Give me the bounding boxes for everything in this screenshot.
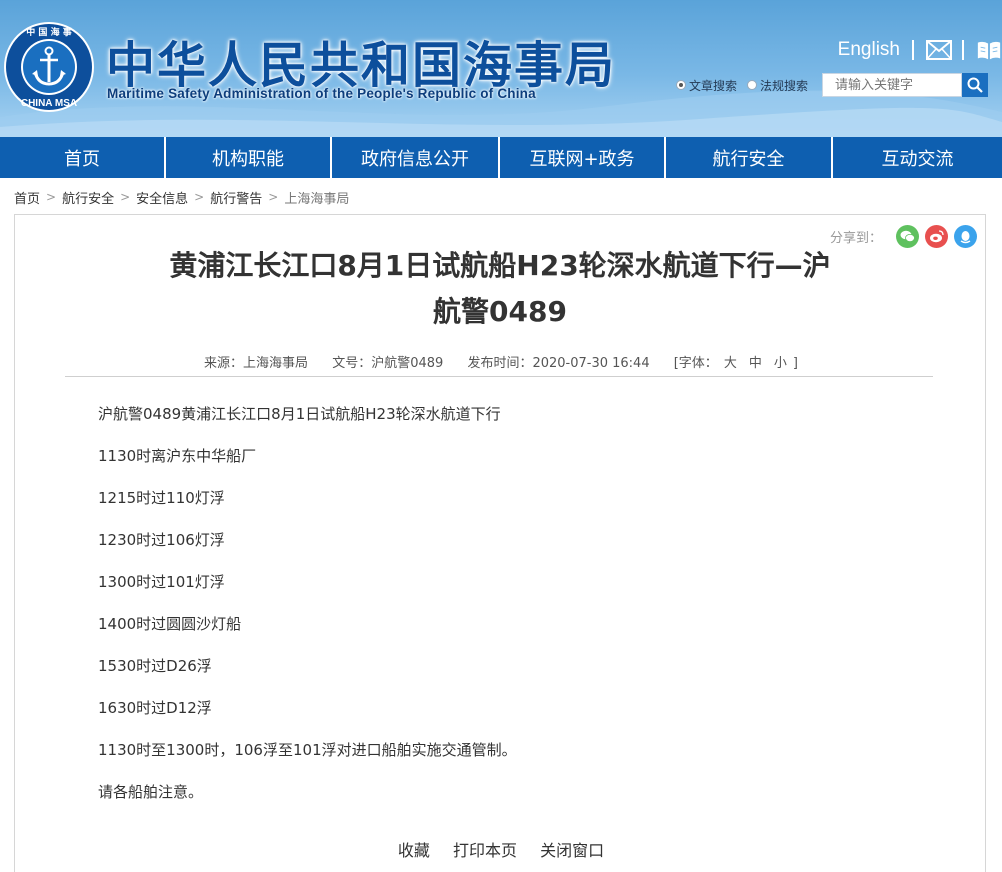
font-size-selector: [字体： 大中小] (674, 356, 798, 371)
chevron-right-icon: > (194, 190, 205, 204)
article-title-line2: 航警0489 (433, 295, 567, 328)
article-paragraph: 1130时至1300时，106浮至101浮对进口船舶实施交通管制。 (98, 741, 517, 759)
article-body: 沪航警0489黄浦江长江口8月1日试航船H23轮深水航道下行 1130时离沪东中… (98, 401, 898, 821)
breadcrumb-safety-info[interactable]: 安全信息 (136, 188, 188, 207)
article-meta: 来源：上海海事局 文号：沪航警0489 发布时间：2020-07-30 16:4… (15, 352, 987, 371)
top-links: English (838, 36, 1002, 64)
article-container: 分享到： 黄浦江长江口8月1日试航船H23轮深水航道下行—沪 航警0489 来源… (14, 214, 986, 872)
meta-doc-number: 文号：沪航警0489 (332, 356, 444, 371)
msa-logo[interactable]: 中 国 海 事 CHINA MSA (2, 20, 96, 114)
article-paragraph: 1400时过圆圆沙灯船 (98, 615, 242, 633)
font-size-close: ] (792, 356, 798, 371)
book-icon[interactable] (976, 38, 1002, 62)
site-header: 中 国 海 事 CHINA MSA 中华人民共和国海事局 Maritime Sa… (0, 0, 1002, 137)
nav-item-functions[interactable]: 机构职能 (166, 137, 332, 178)
radio-selected-indicator[interactable] (676, 80, 686, 90)
article-paragraph: 请各船舶注意。 (98, 783, 204, 801)
search-button[interactable] (962, 73, 989, 97)
bookmark-link[interactable]: 收藏 (398, 841, 430, 860)
article-paragraph: 沪航警0489黄浦江长江口8月1日试航船H23轮深水航道下行 (98, 405, 501, 423)
nav-item-internet-gov[interactable]: 互联网+政务 (500, 137, 666, 178)
radio-label: 法规搜索 (760, 78, 809, 93)
radio-article-search[interactable]: 文章搜索 (676, 77, 737, 94)
chevron-right-icon: > (268, 190, 279, 204)
article-paragraph: 1130时离沪东中华船厂 (98, 447, 257, 465)
meta-publish-time: 发布时间：2020-07-30 16:44 (467, 356, 650, 371)
divider (962, 40, 964, 60)
article-paragraph: 1630时过D12浮 (98, 699, 212, 717)
article-title: 黄浦江长江口8月1日试航船H23轮深水航道下行—沪 航警0489 (115, 243, 885, 335)
font-size-small[interactable]: 小 (774, 356, 787, 371)
font-size-label: [字体： (673, 356, 718, 371)
wechat-icon[interactable] (896, 225, 919, 248)
nav-item-gov-info[interactable]: 政府信息公开 (332, 137, 500, 178)
search-input[interactable] (822, 73, 963, 97)
article-paragraph: 1215时过110灯浮 (98, 489, 225, 507)
breadcrumb-current[interactable]: 上海海事局 (284, 188, 349, 207)
site-subtitle: Maritime Safety Administration of the Pe… (107, 86, 536, 101)
breadcrumb-navigation-safety[interactable]: 航行安全 (62, 188, 114, 207)
meta-source: 来源：上海海事局 (204, 356, 309, 371)
article-title-line1: 黄浦江长江口8月1日试航船H23轮深水航道下行—沪 (169, 249, 831, 282)
radio-indicator[interactable] (747, 80, 758, 90)
article-paragraph: 1530时过D26浮 (98, 657, 212, 675)
nav-item-interaction[interactable]: 互动交流 (833, 137, 1002, 178)
weibo-icon[interactable] (925, 225, 948, 248)
divider (912, 40, 914, 60)
print-link[interactable]: 打印本页 (453, 841, 517, 860)
radio-label: 文章搜索 (689, 78, 738, 93)
breadcrumb: 首页 > 航行安全 > 安全信息 > 航行警告 > 上海海事局 (14, 186, 349, 208)
svg-text:CHINA MSA: CHINA MSA (21, 98, 77, 109)
font-size-large[interactable]: 大 (724, 356, 737, 371)
title-divider (65, 376, 933, 377)
article-paragraph: 1230时过106灯浮 (98, 531, 225, 549)
qq-icon[interactable] (954, 225, 977, 248)
font-size-medium[interactable]: 中 (749, 356, 762, 371)
article-paragraph: 1300时过101灯浮 (98, 573, 225, 591)
search-icon (967, 77, 983, 93)
close-window-link[interactable]: 关闭窗口 (540, 841, 604, 860)
mail-icon[interactable] (926, 38, 952, 62)
radio-regulation-search[interactable]: 法规搜索 (747, 77, 808, 94)
nav-item-navigation-safety[interactable]: 航行安全 (666, 137, 833, 178)
breadcrumb-nav-warning[interactable]: 航行警告 (210, 188, 262, 207)
main-nav: 首页 机构职能 政府信息公开 互联网+政务 航行安全 互动交流 (0, 137, 1002, 178)
search-bar: 文章搜索 法规搜索 (676, 72, 989, 98)
english-link[interactable]: English (838, 39, 900, 61)
nav-item-home[interactable]: 首页 (0, 137, 166, 178)
article-actions: 收藏 打印本页 关闭窗口 (15, 837, 987, 861)
breadcrumb-home[interactable]: 首页 (14, 188, 40, 207)
chevron-right-icon: > (120, 190, 131, 204)
chevron-right-icon: > (46, 190, 57, 204)
svg-text:中 国 海 事: 中 国 海 事 (26, 26, 71, 38)
